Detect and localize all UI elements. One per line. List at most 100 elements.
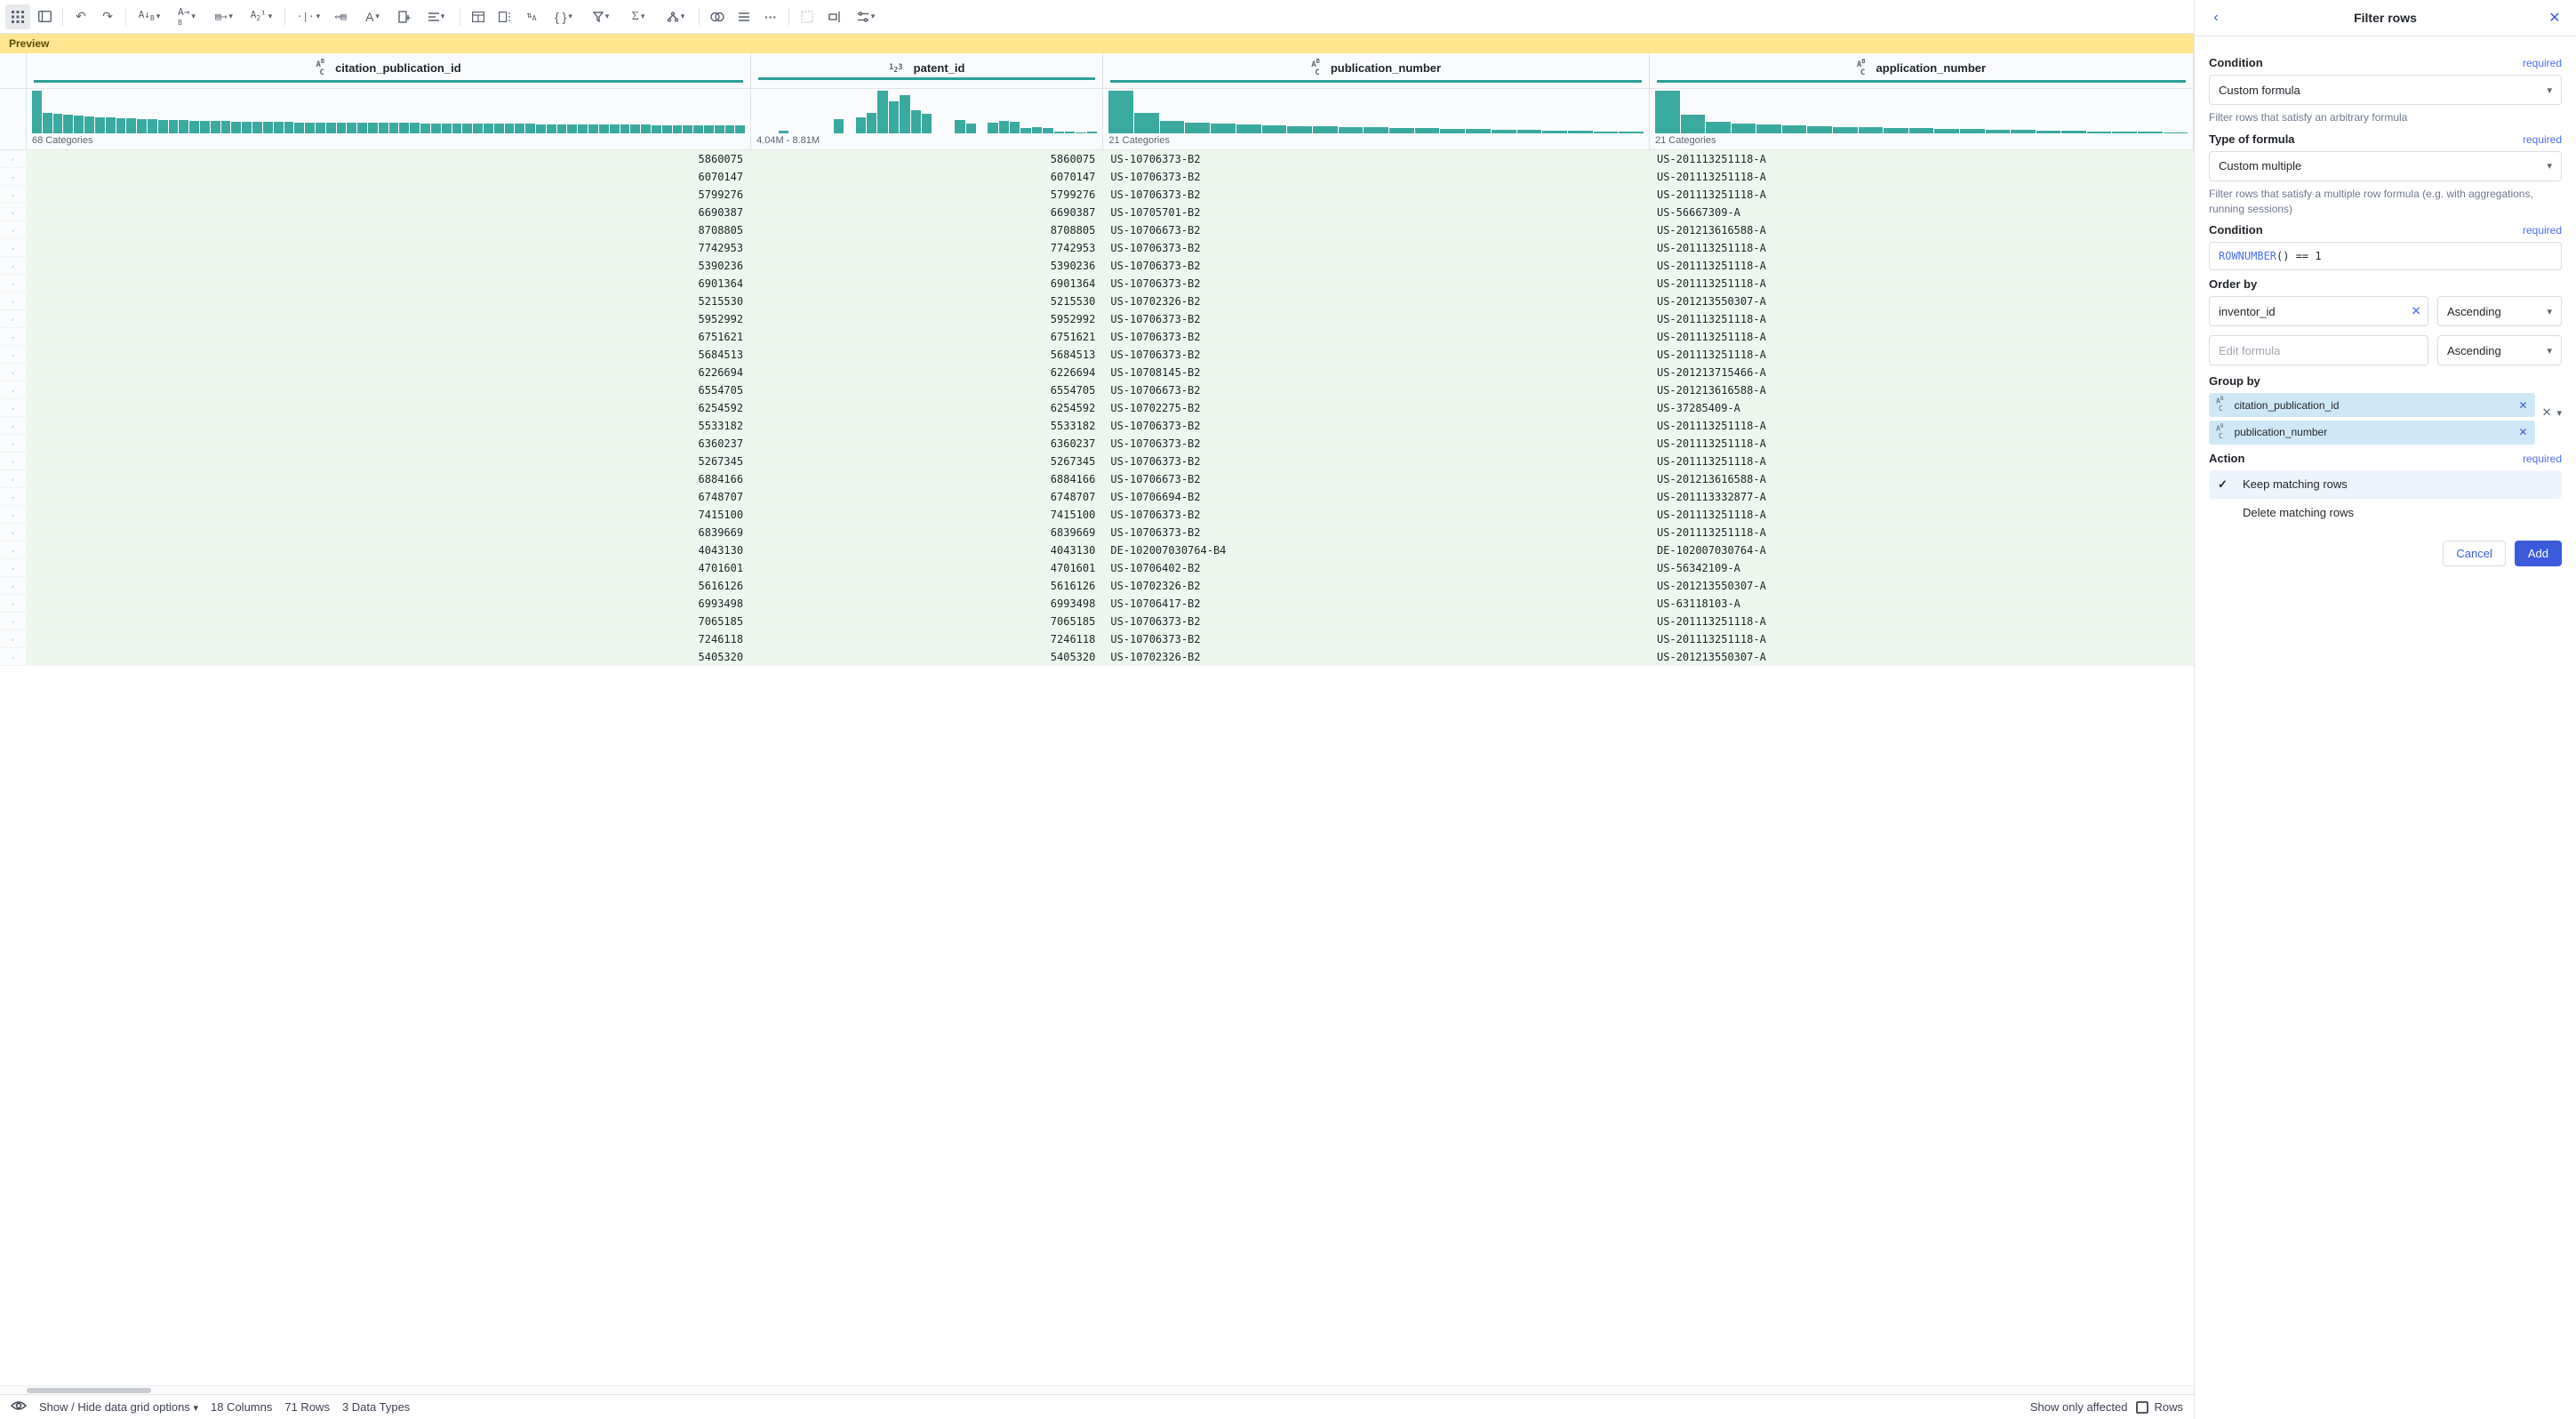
cell[interactable]: 5799276 — [27, 186, 751, 204]
cell[interactable]: 5684513 — [751, 346, 1103, 364]
table-row[interactable]: ·74151007415100US-10706373-B2US-20111325… — [0, 506, 2194, 524]
cell[interactable]: 7415100 — [751, 506, 1103, 524]
cell[interactable]: 6993498 — [751, 595, 1103, 613]
cell[interactable]: 6748707 — [751, 488, 1103, 506]
table-row[interactable]: ·67516216751621US-10706373-B2US-20111325… — [0, 328, 2194, 346]
column-header[interactable]: 123patent_id — [751, 53, 1103, 89]
cell[interactable]: US-201113251118-A — [1650, 417, 2194, 435]
table-row[interactable]: ·54053205405320US-10702326-B2US-20121355… — [0, 648, 2194, 666]
cell[interactable]: US-10702326-B2 — [1103, 293, 1650, 310]
formula-input[interactable]: ROWNUMBER() == 1 — [2209, 242, 2562, 270]
cell[interactable]: US-201213550307-A — [1650, 577, 2194, 595]
cell[interactable]: US-201213715466-A — [1650, 364, 2194, 381]
cell[interactable]: US-10706373-B2 — [1103, 435, 1650, 453]
table-row[interactable]: ·53902365390236US-10706373-B2US-20111325… — [0, 257, 2194, 275]
cell[interactable]: US-201113251118-A — [1650, 310, 2194, 328]
cell[interactable]: US-10706373-B2 — [1103, 257, 1650, 275]
cell[interactable]: US-201113251118-A — [1650, 257, 2194, 275]
orderby-dir-2[interactable]: Ascending▾ — [2437, 335, 2562, 365]
chevron-down-icon[interactable]: ▾ — [2556, 407, 2562, 419]
table-op2-icon[interactable] — [492, 4, 517, 29]
table-row[interactable]: ·40431304043130DE-102007030764-B4DE-1020… — [0, 541, 2194, 559]
add-column-icon[interactable] — [392, 4, 417, 29]
column-header[interactable]: ABCapplication_number — [1650, 53, 2194, 89]
cell[interactable]: 5684513 — [27, 346, 751, 364]
cell[interactable]: US-201113251118-A — [1650, 613, 2194, 630]
format-number-icon[interactable]: A2¹▾ — [244, 4, 279, 29]
cell[interactable]: US-201213616588-A — [1650, 221, 2194, 239]
cell[interactable]: US-10706373-B2 — [1103, 150, 1650, 168]
cell[interactable]: US-10706673-B2 — [1103, 221, 1650, 239]
cell[interactable]: 5533182 — [751, 417, 1103, 435]
cell[interactable]: 6884166 — [751, 470, 1103, 488]
cell[interactable]: US-10706373-B2 — [1103, 417, 1650, 435]
cell[interactable]: US-201113251118-A — [1650, 186, 2194, 204]
cell[interactable]: 7742953 — [27, 239, 751, 257]
eye-icon[interactable] — [11, 1400, 27, 1414]
redo-icon[interactable]: ↷ — [95, 4, 120, 29]
table-op1-icon[interactable] — [466, 4, 491, 29]
cell[interactable]: US-10706373-B2 — [1103, 524, 1650, 541]
merge-column-icon[interactable]: ↔▤ — [328, 4, 353, 29]
cell[interactable]: 5616126 — [751, 577, 1103, 595]
cell[interactable]: 5533182 — [27, 417, 751, 435]
table-row[interactable]: ·70651857065185US-10706373-B2US-20111325… — [0, 613, 2194, 630]
cell[interactable]: 7065185 — [751, 613, 1103, 630]
cell[interactable]: US-201113251118-A — [1650, 506, 2194, 524]
cell[interactable]: 6070147 — [751, 168, 1103, 186]
cell[interactable]: 6748707 — [27, 488, 751, 506]
cell[interactable]: DE-102007030764-A — [1650, 541, 2194, 559]
cell[interactable]: 7246118 — [751, 630, 1103, 648]
undo-icon[interactable]: ↶ — [68, 4, 93, 29]
remove-chip-icon[interactable]: ✕ — [2519, 426, 2528, 438]
table-row[interactable]: ·60701476070147US-10706373-B2US-20111325… — [0, 168, 2194, 186]
cell[interactable]: US-201213616588-A — [1650, 470, 2194, 488]
cell[interactable]: US-201113332877-A — [1650, 488, 2194, 506]
cell[interactable]: 4701601 — [27, 559, 751, 577]
table-row[interactable]: ·77429537742953US-10706373-B2US-20111325… — [0, 239, 2194, 257]
cell[interactable]: 6690387 — [27, 204, 751, 221]
cell[interactable]: US-10702275-B2 — [1103, 399, 1650, 417]
clear-icon[interactable]: ✕ — [2411, 304, 2421, 319]
show-hide-toggle[interactable]: Show / Hide data grid options ▾ — [39, 1400, 198, 1414]
cell[interactable]: 6901364 — [751, 275, 1103, 293]
cell[interactable]: US-10706673-B2 — [1103, 470, 1650, 488]
cell[interactable]: 6839669 — [27, 524, 751, 541]
cell[interactable]: US-10706373-B2 — [1103, 613, 1650, 630]
rename-column-icon[interactable]: A↓B▾ — [132, 4, 167, 29]
horizontal-scrollbar[interactable] — [0, 1385, 2194, 1394]
table-row[interactable]: ·52673455267345US-10706373-B2US-20111325… — [0, 453, 2194, 470]
panel-icon[interactable] — [32, 4, 57, 29]
cell[interactable]: US-10706373-B2 — [1103, 346, 1650, 364]
cell[interactable]: 6254592 — [27, 399, 751, 417]
cell[interactable]: US-10706673-B2 — [1103, 381, 1650, 399]
text-transform-icon[interactable]: A▾ — [355, 4, 390, 29]
table-row[interactable]: ·65547056554705US-10706673-B2US-20121361… — [0, 381, 2194, 399]
cell[interactable]: US-10702326-B2 — [1103, 648, 1650, 666]
table-row[interactable]: ·56845135684513US-10706373-B2US-20111325… — [0, 346, 2194, 364]
clear-groups-icon[interactable]: ✕ — [2542, 405, 2552, 420]
cell[interactable]: 6254592 — [751, 399, 1103, 417]
cell[interactable]: 7415100 — [27, 506, 751, 524]
data-grid[interactable]: ABCcitation_publication_id 123patent_id … — [0, 53, 2194, 1385]
more-icon[interactable]: ··· — [758, 4, 783, 29]
table-row[interactable]: ·56161265616126US-10702326-B2US-20121355… — [0, 577, 2194, 595]
filter-icon[interactable]: ▾ — [583, 4, 619, 29]
action-delete[interactable]: Delete matching rows — [2209, 499, 2562, 526]
cell[interactable]: 6360237 — [751, 435, 1103, 453]
table-row[interactable]: ·62266946226694US-10708145-B2US-20121371… — [0, 364, 2194, 381]
cell[interactable]: DE-102007030764-B4 — [1103, 541, 1650, 559]
cell[interactable]: US-10706373-B2 — [1103, 453, 1650, 470]
action-keep[interactable]: ✓Keep matching rows — [2209, 470, 2562, 499]
column-header[interactable]: ABCpublication_number — [1103, 53, 1650, 89]
sigma-icon[interactable]: Σ▾ — [620, 4, 656, 29]
cancel-button[interactable]: Cancel — [2443, 541, 2505, 566]
cell[interactable]: 6070147 — [27, 168, 751, 186]
cell[interactable]: 6554705 — [751, 381, 1103, 399]
table-row[interactable]: ·57992765799276US-10706373-B2US-20111325… — [0, 186, 2194, 204]
cell[interactable]: 5860075 — [751, 150, 1103, 168]
orderby-field-1[interactable]: inventor_id — [2209, 296, 2428, 326]
cell[interactable]: US-201113251118-A — [1650, 168, 2194, 186]
orderby-field-2[interactable]: Edit formula — [2209, 335, 2428, 365]
cell[interactable]: US-10706373-B2 — [1103, 310, 1650, 328]
